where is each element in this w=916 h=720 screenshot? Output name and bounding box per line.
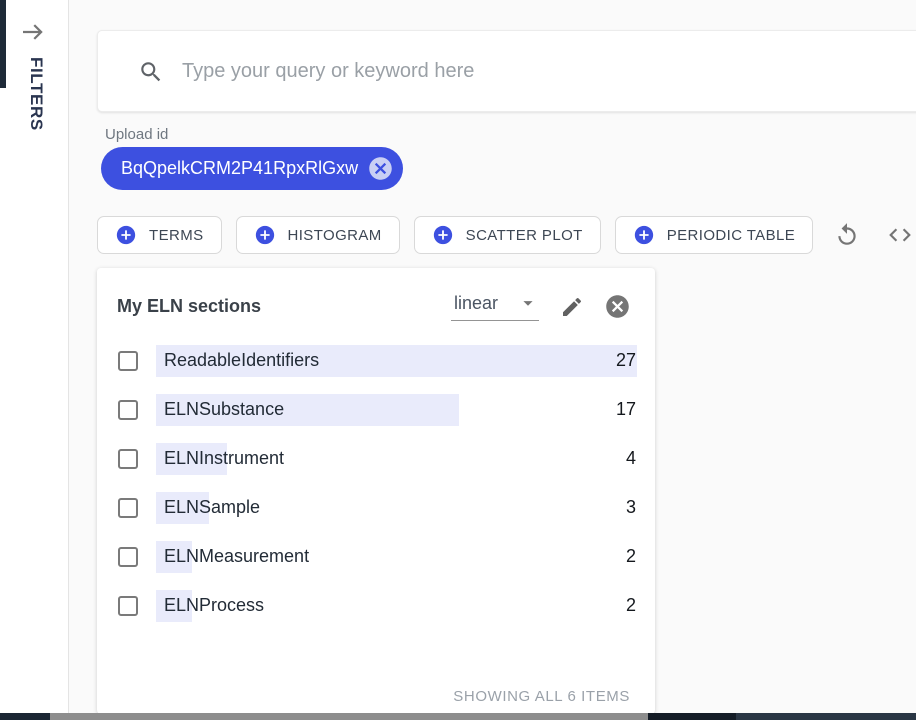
pencil-icon [560,295,584,319]
term-label: ELNSample [156,497,626,518]
term-row[interactable]: ReadableIdentifiers 27 [118,336,637,385]
filters-sidebar: FILTERS [0,0,69,720]
widget-title: My ELN sections [117,296,451,317]
term-row[interactable]: ELNSubstance 17 [118,385,637,434]
term-bar-wrap: ReadableIdentifiers 27 [156,345,637,377]
add-button-label: HISTOGRAM [288,227,382,244]
term-count: 4 [626,448,637,469]
terms-list: ReadableIdentifiers 27 ELNSubstance 17 E… [97,321,655,630]
term-bar-wrap: ELNSubstance 17 [156,394,637,426]
term-label: ReadableIdentifiers [156,350,616,371]
replay-icon [834,222,860,248]
upload-id-label: Upload id [105,126,168,143]
scrollbar-track-shadow [648,713,736,720]
plus-circle-icon [254,224,276,246]
add-widget-button[interactable]: PERIODIC TABLE [615,216,813,254]
add-button-label: SCATTER PLOT [466,227,583,244]
search-bar [97,30,916,112]
term-count: 2 [626,546,637,567]
query-code-button[interactable] [887,222,913,248]
term-label: ELNProcess [156,595,626,616]
term-count: 27 [616,350,637,371]
term-label: ELNSubstance [156,399,616,420]
term-checkbox[interactable] [118,547,138,567]
widget-header: My ELN sections linear [97,268,655,321]
filters-title: FILTERS [26,57,46,131]
horizontal-scrollbar[interactable] [0,713,916,720]
term-label: ELNInstrument [156,448,626,469]
arrow-right-icon [18,17,48,47]
term-count: 17 [616,399,637,420]
term-count: 2 [626,595,637,616]
chip-delete-icon[interactable] [367,155,394,182]
caret-down-icon [517,292,539,314]
term-row[interactable]: ELNProcess 2 [118,581,637,630]
term-row[interactable]: ELNMeasurement 2 [118,532,637,581]
add-button-label: PERIODIC TABLE [667,227,795,244]
add-button-label: TERMS [149,227,204,244]
term-checkbox[interactable] [118,449,138,469]
search-input[interactable] [182,32,916,110]
term-bar-wrap: ELNProcess 2 [156,590,637,622]
term-bar-wrap: ELNSample 3 [156,492,637,524]
add-widget-button[interactable]: TERMS [97,216,222,254]
upload-id-chip[interactable]: BqQpelkCRM2P41RpxRlGxw [101,147,403,190]
edit-widget-button[interactable] [560,295,584,319]
term-bar-wrap: ELNMeasurement 2 [156,541,637,573]
horizontal-scrollbar-thumb[interactable] [50,713,648,720]
term-label: ELNMeasurement [156,546,626,567]
widget-toolbar: TERMS HISTOGRAM SCATTER PLOT PERIODIC TA… [97,216,916,254]
reset-filters-button[interactable] [834,222,860,248]
term-bar-wrap: ELNInstrument 4 [156,443,637,475]
term-checkbox[interactable] [118,596,138,616]
cancel-circle-icon [604,293,631,320]
term-row[interactable]: ELNSample 3 [118,483,637,532]
terms-widget-card: My ELN sections linear ReadableIdentifie… [97,268,655,714]
close-widget-button[interactable] [604,293,631,320]
term-checkbox[interactable] [118,400,138,420]
vertical-scrollbar-thumb[interactable] [0,0,6,88]
term-checkbox[interactable] [118,498,138,518]
term-checkbox[interactable] [118,351,138,371]
add-widget-button[interactable]: SCATTER PLOT [414,216,601,254]
search-icon [138,59,164,85]
upload-id-chip-value: BqQpelkCRM2P41RpxRlGxw [121,158,358,179]
add-widget-button[interactable]: HISTOGRAM [236,216,400,254]
scale-select[interactable]: linear [451,292,539,321]
widget-footer: SHOWING ALL 6 ITEMS [453,688,630,705]
sidebar-expand-button[interactable] [16,16,50,50]
plus-circle-icon [432,224,454,246]
code-icon [887,222,913,248]
plus-circle-icon [633,224,655,246]
term-count: 3 [626,497,637,518]
scale-selected-value: linear [454,293,517,314]
scrollbar-corner [0,713,50,720]
term-row[interactable]: ELNInstrument 4 [118,434,637,483]
plus-circle-icon [115,224,137,246]
